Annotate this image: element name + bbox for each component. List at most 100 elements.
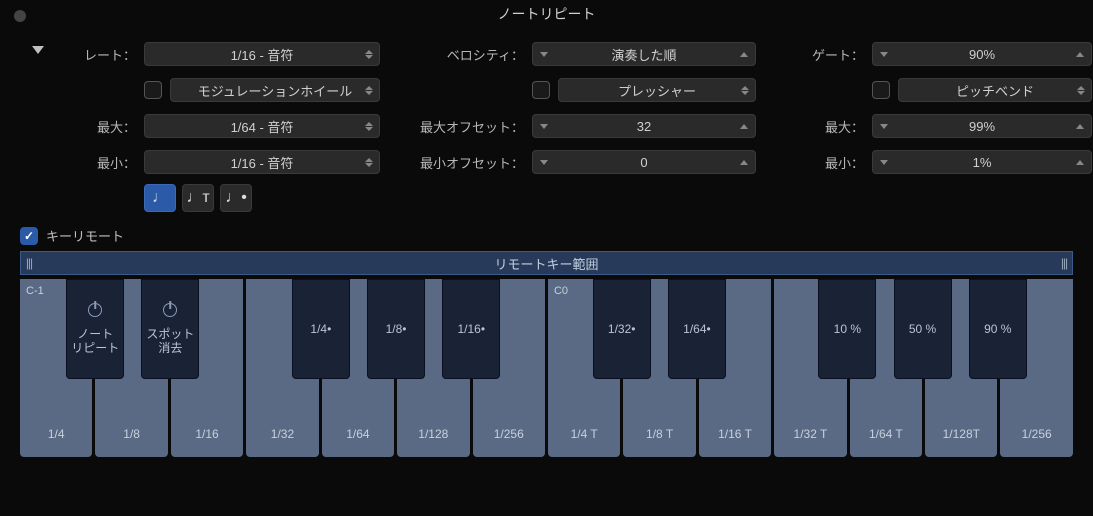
close-button[interactable] (14, 10, 26, 22)
rate-max-dropdown[interactable]: 1/64 - 音符 (144, 114, 380, 138)
black-key[interactable]: 50 % (894, 279, 952, 379)
updown-icon (365, 122, 373, 131)
power-icon (163, 303, 177, 317)
gate-mod-checkbox[interactable] (872, 81, 890, 99)
black-key[interactable]: 1/64• (668, 279, 726, 379)
gmin-inc[interactable] (1069, 151, 1091, 173)
black-key-label: 1/4• (310, 322, 331, 336)
rate-value: 1/16 - 音符 (231, 45, 294, 64)
velocity-value: 演奏した順 (611, 45, 676, 64)
disclosure-triangle[interactable] (32, 46, 44, 54)
black-key[interactable]: ノート リピート (66, 279, 124, 379)
vmax-inc[interactable] (733, 115, 755, 137)
rate-mod-dropdown[interactable]: モジュレーションホイール (170, 78, 380, 102)
black-key-label: スポット 消去 (146, 327, 194, 356)
vmax-dec[interactable] (533, 115, 555, 137)
velocity-mod-dropdown[interactable]: プレッシャー (558, 78, 756, 102)
gate-dec[interactable] (873, 43, 895, 65)
velocity-dropdown[interactable]: 演奏した順 (532, 42, 756, 66)
rate-dropdown[interactable]: 1/16 - 音符 (144, 42, 380, 66)
key-remote-label: キーリモート (46, 226, 124, 245)
white-key-label: 1/16 T (718, 427, 752, 441)
velocity-dec[interactable] (533, 43, 555, 65)
white-key-label: 1/32 T (794, 427, 828, 441)
key-remote-checkbox[interactable] (20, 227, 38, 245)
vmin-inc[interactable] (733, 151, 755, 173)
note-label: C-1 (26, 285, 44, 297)
white-key-label: 1/4 T (571, 427, 598, 441)
black-key-label: 50 % (909, 322, 936, 336)
keyboard: 1/4C-11/81/161/321/641/1281/2561/4 TC01/… (20, 279, 1073, 457)
black-key[interactable]: 1/8• (367, 279, 425, 379)
velocity-max-stepper[interactable]: 32 (532, 114, 756, 138)
gate-stepper[interactable]: 90% (872, 42, 1092, 66)
velocity-min-label: 最小オフセット： (396, 153, 524, 172)
power-icon (88, 303, 102, 317)
black-key[interactable]: スポット 消去 (141, 279, 199, 379)
black-key-label: 1/32• (608, 322, 636, 336)
rate-max-value: 1/64 - 音符 (231, 117, 294, 136)
rate-label: レート： (60, 45, 136, 64)
gate-mod-dropdown[interactable]: ピッチベンド (898, 78, 1092, 102)
white-key-label: 1/256 (1022, 427, 1052, 441)
rate-mod-checkbox[interactable] (144, 81, 162, 99)
black-key-label: 90 % (984, 322, 1011, 336)
black-key-label: 1/64• (683, 322, 711, 336)
gate-min-value: 1% (973, 155, 992, 170)
black-key[interactable]: 1/4• (292, 279, 350, 379)
velocity-mod-checkbox[interactable] (532, 81, 550, 99)
velocity-min-stepper[interactable]: 0 (532, 150, 756, 174)
velocity-max-label: 最大オフセット： (396, 117, 524, 136)
note-label: C0 (554, 285, 568, 297)
black-key-label: 1/8• (386, 322, 407, 336)
note-mode-triplet[interactable]: ♩ᴛ (182, 184, 214, 212)
black-key[interactable]: 90 % (969, 279, 1027, 379)
range-handle-left[interactable]: ||| (21, 252, 37, 274)
gmax-dec[interactable] (873, 115, 895, 137)
range-label: リモートキー範囲 (494, 254, 598, 273)
gate-label: ゲート： (772, 45, 864, 64)
white-key-label: 1/256 (494, 427, 524, 441)
gate-max-label: 最大： (772, 117, 864, 136)
gate-min-label: 最小： (772, 153, 864, 172)
gate-mod-label: ピッチベンド (956, 81, 1034, 100)
white-key-label: 1/4 (48, 427, 65, 441)
black-key[interactable]: 10 % (818, 279, 876, 379)
rate-min-dropdown[interactable]: 1/16 - 音符 (144, 150, 380, 174)
velocity-mod-label: プレッシャー (618, 81, 696, 100)
note-mode-dotted[interactable]: ♩• (220, 184, 252, 212)
updown-icon (365, 50, 373, 59)
black-key[interactable]: 1/16• (442, 279, 500, 379)
range-handle-right[interactable]: ||| (1056, 252, 1072, 274)
gate-inc[interactable] (1069, 43, 1091, 65)
vmin-dec[interactable] (533, 151, 555, 173)
gmin-dec[interactable] (873, 151, 895, 173)
remote-key-range-bar[interactable]: ||| リモートキー範囲 ||| (20, 251, 1073, 275)
gate-value: 90% (969, 47, 995, 62)
white-key-label: 1/64 T (869, 427, 903, 441)
note-mode-normal[interactable]: ♩ (144, 184, 176, 212)
black-key-label: 1/16• (458, 322, 486, 336)
updown-icon (365, 158, 373, 167)
updown-icon (1077, 86, 1085, 95)
velocity-inc[interactable] (733, 43, 755, 65)
white-key-label: 1/128 (418, 427, 448, 441)
white-key-label: 1/16 (195, 427, 218, 441)
black-key-label: 10 % (834, 322, 861, 336)
gate-min-stepper[interactable]: 1% (872, 150, 1092, 174)
rate-min-label: 最小： (60, 153, 136, 172)
white-key-label: 1/128T (943, 427, 980, 441)
white-key-label: 1/8 T (646, 427, 673, 441)
black-key[interactable]: 1/32• (593, 279, 651, 379)
white-key-label: 1/64 (346, 427, 369, 441)
rate-min-value: 1/16 - 音符 (231, 153, 294, 172)
window-title: ノートリピート (498, 4, 596, 24)
velocity-min-value: 0 (640, 155, 647, 170)
rate-mod-label: モジュレーションホイール (198, 81, 353, 100)
rate-max-label: 最大： (60, 117, 136, 136)
updown-icon (365, 86, 373, 95)
gate-max-stepper[interactable]: 99% (872, 114, 1092, 138)
white-key-label: 1/32 (271, 427, 294, 441)
black-key-label: ノート リピート (71, 327, 119, 356)
gmax-inc[interactable] (1069, 115, 1091, 137)
